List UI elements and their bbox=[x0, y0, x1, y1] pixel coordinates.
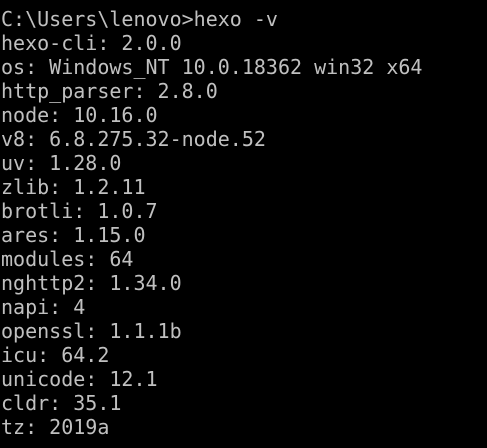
prompt-path: C:\Users\lenovo> bbox=[1, 7, 194, 31]
output-line-uv: uv: 1.28.0 bbox=[1, 151, 122, 175]
typed-command: hexo -v bbox=[193, 7, 278, 31]
output-line-os: os: Windows_NT 10.0.18362 win32 x64 bbox=[1, 55, 423, 79]
output-line-cldr: cldr: 35.1 bbox=[1, 391, 122, 415]
output-line-brotli: brotli: 1.0.7 bbox=[1, 199, 158, 223]
output-line-tz: tz: 2019a bbox=[1, 415, 110, 439]
output-line-modules: modules: 64 bbox=[1, 247, 134, 271]
output-line-node: node: 10.16.0 bbox=[1, 103, 158, 127]
console-output-area[interactable]: C:\Users\lenovo>hexo -v hexo-cli: 2.0.0 … bbox=[1, 7, 487, 448]
output-line-hexo-cli: hexo-cli: 2.0.0 bbox=[1, 31, 182, 55]
output-line-napi: napi: 4 bbox=[1, 295, 86, 319]
output-line-zlib: zlib: 1.2.11 bbox=[1, 175, 146, 199]
output-line-ares: ares: 1.15.0 bbox=[1, 223, 146, 247]
output-line-icu: icu: 64.2 bbox=[1, 343, 110, 367]
output-line-v8: v8: 6.8.275.32-node.52 bbox=[1, 127, 266, 151]
output-line-nghttp2: nghttp2: 1.34.0 bbox=[1, 271, 182, 295]
output-line-openssl: openssl: 1.1.1b bbox=[1, 319, 182, 343]
output-line-unicode: unicode: 12.1 bbox=[1, 367, 158, 391]
command-prompt-line: C:\Users\lenovo>hexo -v bbox=[1, 7, 487, 31]
output-line-http-parser: http_parser: 2.8.0 bbox=[1, 79, 218, 103]
